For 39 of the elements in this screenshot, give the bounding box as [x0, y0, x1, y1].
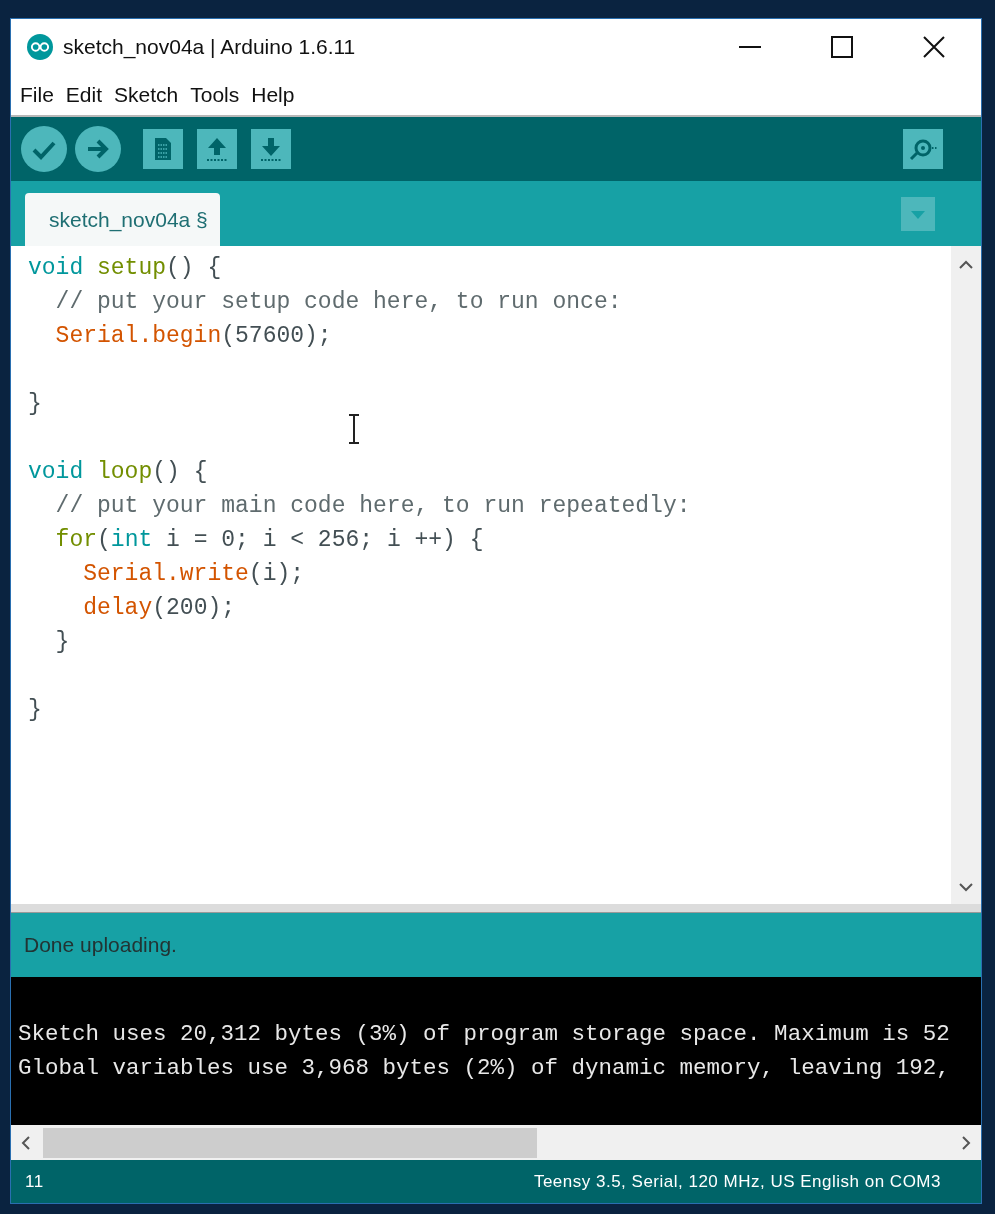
code-line: }	[28, 390, 42, 419]
close-icon[interactable]	[923, 36, 945, 58]
app-logo-icon	[27, 34, 53, 60]
pane-splitter[interactable]	[11, 904, 981, 913]
scrollbar-thumb[interactable]	[43, 1127, 537, 1158]
scroll-up-icon[interactable]	[959, 260, 973, 270]
code-line: Serial.write(i);	[83, 560, 305, 589]
menu-item[interactable]: File	[20, 83, 54, 107]
text-cursor-icon	[348, 414, 360, 444]
scroll-down-icon[interactable]	[959, 882, 973, 892]
upload-button[interactable]	[75, 126, 121, 172]
menu-item[interactable]: Help	[251, 83, 295, 107]
board-info: Teensy 3.5, Serial, 120 MHz, US English on COM3	[533, 1171, 941, 1192]
line-number: 11	[25, 1171, 44, 1192]
serial-monitor-button[interactable]	[903, 129, 943, 169]
window-title: sketch_nov04a | Arduino 1.6.11	[63, 35, 356, 59]
code-line: Serial.begin(57600);	[55, 322, 332, 351]
status-message: Done uploading.	[24, 933, 177, 957]
menu-item[interactable]: Sketch	[114, 83, 179, 107]
code-line: for(int i = 0; i < 256; i ++) {	[55, 526, 484, 555]
menu-item[interactable]: Edit	[65, 83, 103, 107]
save-button[interactable]	[251, 129, 291, 169]
code-line: // put your setup code here, to run once:	[55, 288, 622, 317]
open-button[interactable]	[197, 129, 237, 169]
code-line: }	[28, 696, 42, 725]
code-line: // put your main code here, to run repeatedly:	[55, 492, 691, 521]
code-line: }	[55, 628, 70, 657]
console-line: Global variables use 3,968 bytes (2%) of dynamic memory, leaving 192,	[18, 1054, 950, 1083]
code-line: void setup() {	[28, 254, 222, 283]
code-line: delay(200);	[83, 594, 236, 623]
verify-button[interactable]	[21, 126, 67, 172]
new-sketch-button[interactable]	[143, 129, 183, 169]
maximize-icon[interactable]	[831, 36, 853, 58]
console-line: Sketch uses 20,312 bytes (3%) of program storage space. Maximum is 52	[18, 1020, 950, 1049]
sketch-tab[interactable]: sketch_nov04a §	[25, 193, 220, 246]
scroll-right-icon[interactable]	[961, 1135, 971, 1150]
code-line: void loop() {	[28, 458, 208, 487]
menu-item[interactable]: Tools	[190, 83, 240, 107]
scroll-left-icon[interactable]	[21, 1135, 31, 1150]
